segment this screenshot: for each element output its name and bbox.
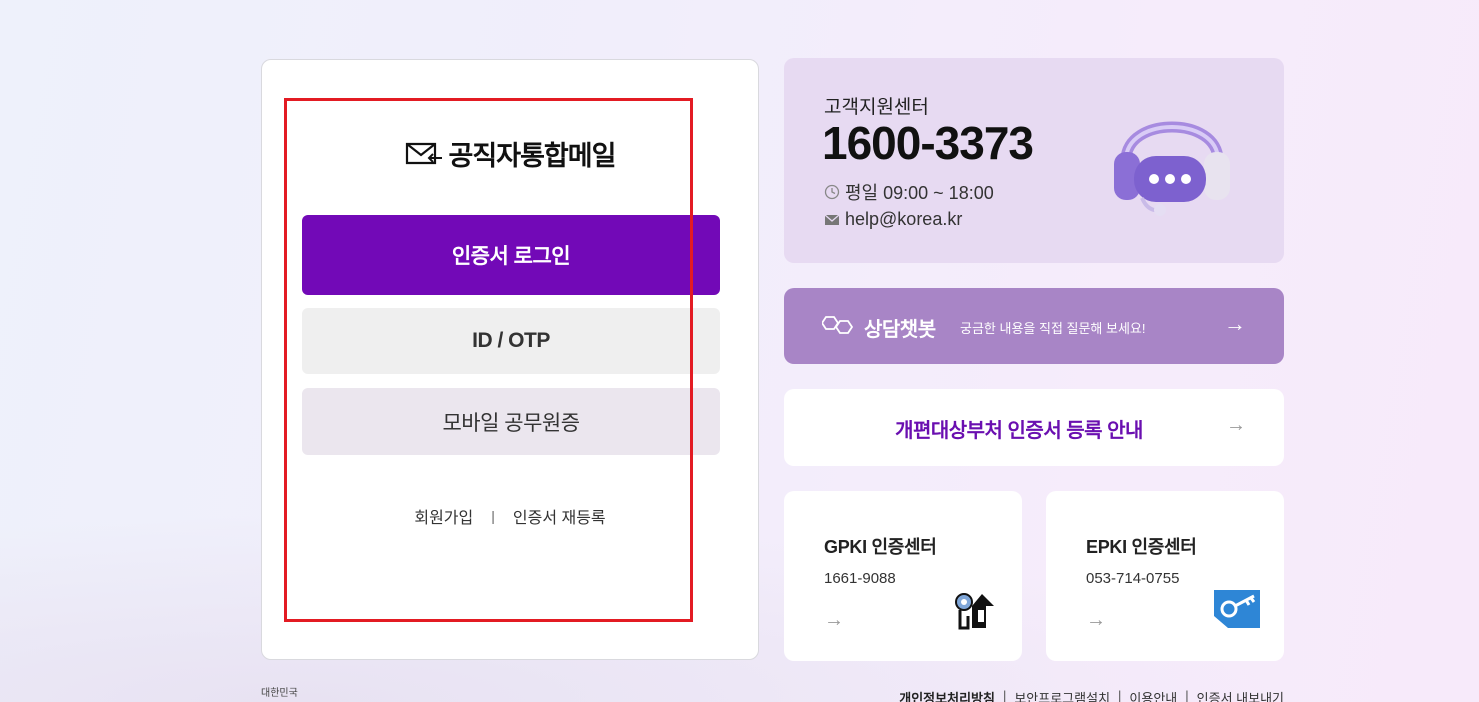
epki-center-card[interactable]: EPKI 인증센터 053-714-0755 →	[1046, 491, 1284, 661]
security-install-link[interactable]: 보안프로그램설치	[1014, 688, 1110, 702]
footer-links: 개인정보처리방침 | 보안프로그램설치 | 이용안내 | 인증서 내보내기	[899, 688, 1284, 702]
arrow-right-icon: →	[1086, 609, 1106, 631]
chatbot-banner[interactable]: 상담챗봇 궁금한 내용을 직접 질문해 보세요! →	[784, 288, 1284, 364]
epki-title: EPKI 인증센터	[1086, 537, 1197, 557]
support-center-card: 고객지원센터 1600-3373 평일 09:00 ~ 18:00 help@k…	[784, 58, 1284, 263]
government-logo: 대한민국	[261, 688, 298, 699]
service-brand: 공직자통합메일	[262, 134, 758, 173]
footer-separator: |	[1118, 688, 1122, 702]
footer-separator: |	[1002, 688, 1007, 702]
support-label: 고객지원센터	[824, 97, 929, 118]
hours-text: 평일 09:00 ~ 18:00	[845, 183, 994, 203]
gpki-logo-icon	[955, 593, 994, 630]
id-otp-button[interactable]: ID / OTP	[302, 308, 720, 374]
cert-login-button[interactable]: 인증서 로그인	[302, 215, 720, 295]
envelope-icon	[824, 214, 840, 225]
chatbot-icon	[822, 316, 854, 334]
support-phone: 1600-3373	[822, 117, 1034, 169]
gpki-phone: 1661-9088	[824, 570, 896, 587]
signup-link[interactable]: 회원가입	[414, 504, 473, 528]
epki-phone: 053-714-0755	[1086, 570, 1180, 587]
chatbot-title: 상담챗봇	[864, 319, 936, 341]
gpki-title: GPKI 인증센터	[824, 537, 937, 557]
cert-reregister-link[interactable]: 인증서 재등록	[513, 504, 606, 528]
support-hours: 평일 09:00 ~ 18:00	[824, 179, 994, 205]
chatbot-description: 궁금한 내용을 직접 질문해 보세요!	[960, 321, 1146, 336]
headset-icon	[1114, 121, 1230, 216]
support-email: help@korea.kr	[824, 209, 962, 230]
cert-registration-notice[interactable]: 개편대상부처 인증서 등록 안내 →	[784, 389, 1284, 466]
login-card: 공직자통합메일 인증서 로그인 ID / OTP 모바일 공무원증 회원가입 |…	[261, 59, 759, 660]
arrow-right-icon: →	[1224, 311, 1246, 336]
usage-guide-link[interactable]: 이용안내	[1129, 688, 1177, 702]
mobile-id-button[interactable]: 모바일 공무원증	[302, 388, 720, 455]
privacy-policy-link[interactable]: 개인정보처리방침	[899, 688, 995, 702]
notice-title: 개편대상부처 인증서 등록 안내	[895, 420, 1143, 442]
mail-icon	[405, 142, 442, 164]
epki-logo-icon	[1214, 590, 1260, 628]
gpki-center-card[interactable]: GPKI 인증센터 1661-9088 →	[784, 491, 1022, 661]
brand-title: 공직자통합메일	[448, 141, 617, 171]
cert-export-link[interactable]: 인증서 내보내기	[1197, 688, 1284, 702]
arrow-right-icon: →	[1226, 414, 1246, 436]
arrow-right-icon: →	[824, 609, 844, 631]
login-links: 회원가입 | 인증서 재등록	[262, 504, 758, 528]
email-text: help@korea.kr	[845, 209, 963, 229]
clock-icon	[824, 184, 840, 200]
footer-separator: |	[1185, 688, 1189, 702]
link-separator: |	[491, 508, 495, 524]
